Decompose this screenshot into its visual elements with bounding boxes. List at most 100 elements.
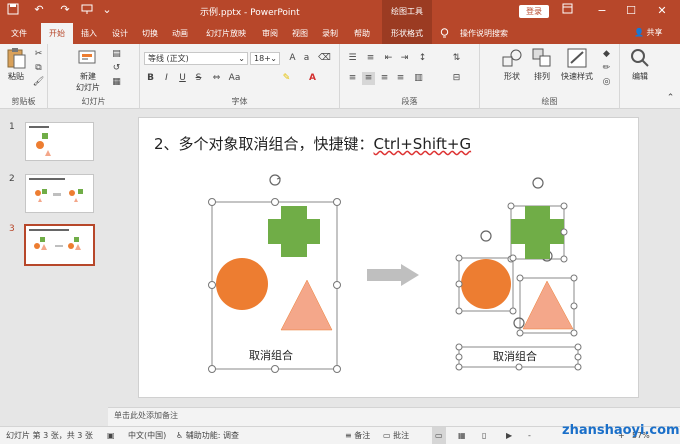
line-spacing-icon[interactable]: ↕ [416, 52, 429, 65]
change-case-icon[interactable]: Aa [228, 72, 241, 85]
reading-view-icon[interactable]: ▯ [482, 427, 486, 444]
tab-shape-format[interactable]: 形状格式 [382, 23, 432, 44]
share-label: 共享 [646, 28, 663, 37]
clear-format-icon[interactable]: ⌫ [318, 52, 331, 65]
slide-number-3: 3 [9, 224, 15, 234]
copy-icon[interactable]: ⧉ [32, 62, 45, 75]
tab-file[interactable]: 文件 [4, 23, 34, 44]
slide-canvas[interactable]: 2、多个对象取消组合，快捷键：Ctrl+Shift+G 取消组合 取消组合 [138, 117, 639, 398]
format-painter-icon[interactable]: 🖌 [32, 76, 45, 89]
slideshow-view-icon[interactable]: ▶ [506, 427, 512, 444]
spellcheck-icon[interactable]: ▣ [107, 427, 115, 444]
drawing-group: 形状 排列 快速样式 ◆ ✏ ◎ 绘图 [480, 44, 620, 109]
shape-fill-icon[interactable]: ◆ [600, 48, 613, 61]
comments-button[interactable]: ▭ 批注 [383, 427, 409, 444]
align-text-icon[interactable]: ⊟ [450, 72, 463, 85]
close-icon[interactable]: ✕ [653, 3, 671, 19]
tab-home[interactable]: 开始 [41, 23, 73, 44]
paragraph-group-label: 段落 [401, 97, 418, 106]
align-right-icon[interactable]: ≡ [378, 72, 391, 85]
maximize-icon[interactable]: ☐ [622, 3, 640, 19]
tab-slideshow[interactable]: 幻灯片放映 [200, 23, 252, 44]
slide-title[interactable]: 2、多个对象取消组合，快捷键：Ctrl+Shift+G [154, 133, 471, 154]
undo-icon[interactable]: ↶ [32, 3, 46, 17]
shape-button[interactable]: 形状 [500, 47, 524, 82]
slide-thumbnail-1[interactable] [25, 122, 94, 161]
save-icon[interactable] [6, 3, 20, 17]
grouped-shapes-selection[interactable] [208, 174, 341, 373]
shape-outline-icon[interactable]: ✏ [600, 62, 613, 75]
user-icon: 👤 [634, 28, 644, 37]
arrange-button[interactable]: 排列 [530, 47, 554, 82]
tab-help[interactable]: 帮助 [350, 23, 374, 44]
comments-label: 批注 [393, 431, 410, 440]
font-color-button[interactable]: A [306, 72, 319, 85]
right-arrow-shape [367, 264, 419, 286]
ribbon-display-options-icon[interactable] [558, 3, 576, 19]
font-size-select[interactable]: 18+ ⌄ [250, 52, 280, 65]
minimize-icon[interactable]: − [593, 3, 611, 19]
numbering-icon[interactable]: ≡ [364, 52, 377, 65]
right-caption-text[interactable]: 取消组合 [493, 348, 537, 364]
underline-button[interactable]: U [176, 72, 189, 85]
text-direction-icon[interactable]: ⇅ [450, 52, 463, 65]
tab-review[interactable]: 审阅 [258, 23, 282, 44]
slide-thumbnail-2[interactable] [25, 174, 94, 213]
decrease-indent-icon[interactable]: ⇤ [382, 52, 395, 65]
slide-thumbnail-3[interactable] [24, 224, 95, 266]
tab-design[interactable]: 设计 [108, 23, 132, 44]
slide-sorter-icon[interactable]: ▦ [458, 427, 466, 444]
new-slide-button[interactable]: 新建 幻灯片 [72, 47, 104, 93]
orange-circle-shape-right [461, 259, 511, 309]
tab-animations[interactable]: 动画 [168, 23, 192, 44]
highlight-icon[interactable]: ✎ [280, 72, 293, 85]
share-button[interactable]: 👤 共享 [634, 27, 663, 38]
strike-button[interactable]: S [192, 72, 205, 85]
editing-button[interactable]: 编辑 [628, 47, 652, 82]
chevron-down-icon: ⌄ [270, 54, 277, 63]
tell-me-search[interactable]: 操作说明搜索 [454, 23, 514, 44]
char-spacing-icon[interactable]: ⇔ [210, 72, 223, 85]
drawing-group-label: 绘图 [541, 97, 558, 106]
italic-button[interactable]: I [160, 72, 173, 85]
align-left-icon[interactable]: ≡ [346, 72, 359, 85]
chevron-down-icon: ⌄ [238, 54, 245, 63]
bullets-icon[interactable]: ☰ [346, 52, 359, 65]
increase-font-icon[interactable]: A [286, 52, 299, 65]
align-center-icon[interactable]: ≡ [362, 72, 375, 85]
cut-icon[interactable]: ✂ [32, 48, 45, 61]
columns-icon[interactable]: ▥ [412, 72, 425, 85]
tab-view[interactable]: 视图 [288, 23, 312, 44]
quick-styles-button[interactable]: 快速样式 [558, 47, 596, 82]
language-indicator[interactable]: 中文(中国) [128, 427, 166, 444]
notes-button[interactable]: ≡ 备注 [345, 427, 370, 444]
new-slide-label-1: 新建 [80, 72, 96, 81]
clipboard-group: 粘贴 ✂ ⧉ 🖌 剪贴板 [0, 44, 48, 109]
normal-view-icon[interactable]: ▭ [432, 427, 446, 444]
font-name-select[interactable]: 等线 (正文) ⌄ [144, 52, 248, 65]
redo-icon[interactable]: ↷ [58, 3, 72, 17]
collapse-ribbon-icon[interactable]: ⌃ [664, 92, 677, 105]
accessibility-indicator[interactable]: ♿ 辅助功能: 调查 [176, 427, 239, 444]
left-caption-text[interactable]: 取消组合 [249, 347, 293, 363]
section-icon[interactable]: ▦ [110, 76, 123, 89]
justify-icon[interactable]: ≡ [394, 72, 407, 85]
tab-record[interactable]: 录制 [318, 23, 342, 44]
increase-indent-icon[interactable]: ⇥ [398, 52, 411, 65]
tab-insert[interactable]: 插入 [76, 23, 102, 44]
presentation-icon[interactable] [80, 3, 94, 17]
layout-icon[interactable]: ▤ [110, 48, 123, 61]
arrange-icon [532, 48, 551, 67]
bold-button[interactable]: B [144, 72, 157, 85]
arrange-label: 排列 [534, 72, 550, 81]
paste-button[interactable]: 粘贴 [4, 47, 28, 82]
decrease-font-icon[interactable]: a [300, 52, 313, 65]
login-button[interactable]: 登录 [519, 5, 549, 18]
reset-icon[interactable]: ↺ [110, 62, 123, 75]
tab-transitions[interactable]: 切换 [138, 23, 162, 44]
zoom-out-button[interactable]: - [528, 427, 531, 444]
shape-effects-icon[interactable]: ◎ [600, 76, 613, 89]
accessibility-label: 辅助功能: 调查 [185, 431, 239, 440]
lightbulb-icon[interactable] [438, 23, 450, 44]
customize-toolbar-icon[interactable]: ⌄ [100, 3, 114, 17]
